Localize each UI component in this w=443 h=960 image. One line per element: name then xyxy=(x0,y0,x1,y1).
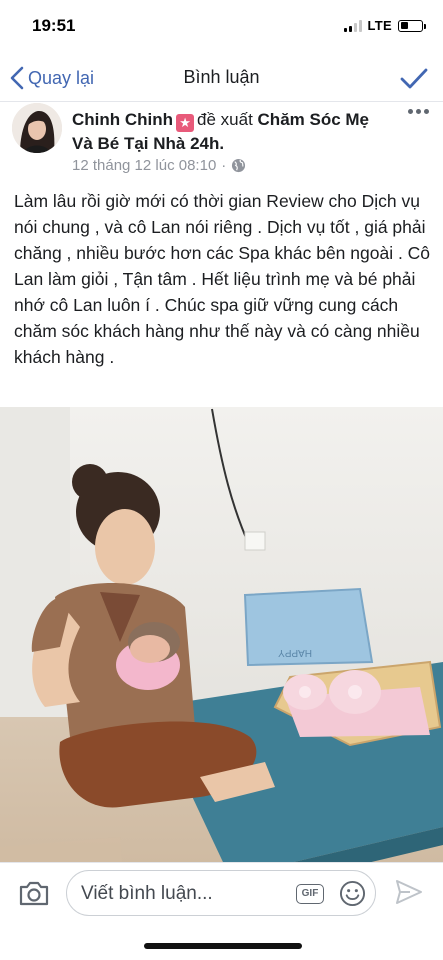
home-indicator xyxy=(144,943,302,949)
status-indicators: LTE xyxy=(343,18,426,33)
author-name[interactable]: Chinh Chinh xyxy=(72,110,173,129)
recommend-star-icon: ★ xyxy=(176,114,195,132)
comment-bar: GIF xyxy=(0,862,443,960)
battery-level xyxy=(400,22,408,29)
post-header: Chinh Chinh ★ đề xuất Chăm Sóc Mẹ Và Bé Tạ… xyxy=(72,108,392,155)
status-time: 19:51 xyxy=(32,16,76,35)
comment-input[interactable] xyxy=(81,879,281,909)
post-meta: 12 tháng 12 lúc 08:10 · xyxy=(72,157,246,174)
meta-separator: · xyxy=(221,157,227,174)
globe-icon xyxy=(232,158,246,173)
status-bar: 19:51 LTE xyxy=(0,0,443,54)
pillow-text: HAPPY xyxy=(278,647,312,658)
nav-bar: Quay lại Bình luận xyxy=(0,54,443,102)
more-options-icon[interactable] xyxy=(408,109,429,114)
post-timestamp[interactable]: 12 tháng 12 lúc 08:10 xyxy=(72,157,216,174)
signal-icon xyxy=(343,19,362,32)
checkmark-icon[interactable] xyxy=(399,64,429,94)
send-icon[interactable] xyxy=(394,877,424,907)
network-type: LTE xyxy=(367,18,392,33)
comment-input-box[interactable]: GIF xyxy=(66,870,376,916)
battery-icon xyxy=(398,19,426,32)
gif-button[interactable]: GIF xyxy=(296,884,324,904)
recommend-action: đề xuất xyxy=(197,110,253,129)
emoji-icon[interactable] xyxy=(339,880,366,907)
camera-icon[interactable] xyxy=(18,879,50,907)
page-title: Bình luận xyxy=(183,67,260,87)
post-body: Làm lâu rồi giờ mới có thời gian Review … xyxy=(14,191,431,367)
avatar[interactable] xyxy=(12,103,62,153)
avatar-photo xyxy=(12,103,62,153)
